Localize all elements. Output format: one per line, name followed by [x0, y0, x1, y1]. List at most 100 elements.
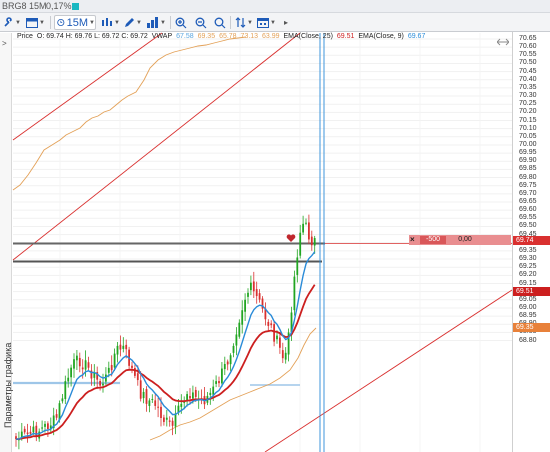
candle-body: [41, 427, 43, 429]
candle-body: [134, 367, 136, 376]
candle-body: [270, 323, 273, 326]
candle-body: [84, 360, 87, 370]
candle-body: [209, 392, 212, 396]
candle-body: [119, 344, 122, 350]
candle-body: [192, 392, 194, 399]
price-axis-tick: 69.25: [519, 263, 537, 271]
channel-line: [264, 289, 513, 452]
candle-body: [250, 282, 252, 291]
price-axis-tick: 69.65: [519, 198, 537, 205]
candle-body: [279, 337, 281, 348]
price-axis-tick: 69.90: [519, 157, 537, 165]
candle-body: [26, 432, 29, 434]
ema9-value: 69.67: [407, 33, 426, 40]
price-axis-tick: 70.05: [519, 132, 537, 140]
price-axis-tick: 69.05: [519, 295, 537, 303]
candle-body: [145, 389, 148, 404]
candle-body: [151, 398, 154, 400]
candle-body: [293, 276, 296, 311]
price-axis-tick: 70.35: [519, 83, 537, 91]
favorite-marker: [286, 234, 296, 242]
candle-body: [29, 431, 32, 434]
candle-body: [165, 417, 168, 420]
candle-body: [44, 423, 46, 427]
price-axis-tick: 69.20: [519, 271, 537, 279]
ohlc-values: O: 69.74 H: 69.76 L: 69.72 C: 69.72: [36, 33, 148, 40]
candle-body: [78, 357, 81, 367]
candle-body: [235, 334, 238, 346]
price-axis-tick: 70.65: [519, 35, 537, 42]
price-axis-tick: 69.50: [519, 222, 537, 230]
candle-body: [241, 310, 244, 325]
candle-body: [212, 386, 215, 395]
candle-body: [305, 222, 307, 224]
price-axis-tick: 70.50: [519, 59, 537, 67]
candle-body: [273, 324, 275, 342]
candle-body: [163, 417, 165, 422]
candle-body: [113, 353, 116, 368]
ema9-label: EMA(Close, 9): [358, 33, 404, 40]
price-axis-tick: 69.30: [519, 255, 537, 263]
price-axis-tick: 69.35: [519, 246, 537, 254]
candle-body: [267, 321, 270, 326]
order-quantity[interactable]: -500: [420, 236, 446, 244]
price-axis-tick: 70.40: [519, 75, 537, 83]
vwap-price-tag: 69.35: [513, 323, 550, 332]
price-axis-tick: 70.60: [519, 43, 537, 51]
price-axis-tick: 70.10: [519, 124, 537, 132]
candle-body: [232, 345, 235, 353]
candle-body: [32, 426, 35, 433]
candle-body: [142, 391, 145, 399]
vwap-value: 65.78: [219, 33, 237, 40]
candle-body: [116, 345, 119, 355]
price-axis-tick: 70.25: [519, 100, 537, 108]
trade-marks: [286, 234, 296, 242]
ema25-label: EMA(Close, 25): [283, 33, 333, 40]
candle-body: [299, 232, 302, 256]
price-axis-tick: 69.75: [519, 181, 537, 189]
cancel-order-icon[interactable]: ×: [410, 236, 415, 244]
price-axis-tick: 70.20: [519, 108, 537, 116]
price-axis-tick: 70.00: [519, 140, 537, 148]
order-value: 0,00: [458, 236, 472, 243]
candle-body: [23, 428, 26, 433]
candle-body: [258, 293, 261, 300]
vwap-upper-band: [12, 36, 247, 191]
candle-body: [81, 367, 84, 370]
candle-body: [229, 355, 232, 365]
candle-body: [194, 389, 197, 397]
candle-body: [252, 281, 255, 292]
candle-body: [107, 367, 110, 373]
price-axis-tick: 69.15: [519, 279, 537, 287]
candle-body: [313, 238, 316, 246]
candle-body: [308, 222, 310, 240]
candle-body: [136, 373, 139, 381]
price-label: Price: [17, 33, 33, 40]
candle-body: [55, 414, 58, 418]
price-axis-tick: 68.80: [519, 336, 537, 344]
candle-body: [168, 420, 171, 422]
price-axis-tick: 69.60: [519, 206, 537, 214]
candle-body: [218, 381, 220, 384]
candle-body: [244, 299, 246, 312]
candle-body: [223, 363, 226, 370]
candle-body: [174, 413, 177, 427]
vwap-value: 69.35: [197, 33, 216, 40]
candle-body: [284, 352, 287, 360]
vwap-value: 73.13: [240, 33, 259, 40]
candle-body: [276, 335, 278, 340]
candle-body: [171, 420, 174, 426]
candle-body: [148, 400, 151, 406]
vwap-value: 67.58: [176, 33, 194, 40]
candle-body: [99, 381, 101, 386]
price-chart[interactable]: [0, 0, 550, 452]
chart-legend: Price O: 69.74 H: 69.76 L: 69.72 C: 69.7…: [17, 33, 427, 40]
candle-body: [87, 362, 90, 368]
candle-body: [102, 383, 104, 386]
candle-body: [296, 257, 299, 275]
price-axis-tick: 70.30: [519, 92, 537, 100]
candle-body: [221, 368, 223, 384]
vwap-label: VWAP: [151, 33, 173, 40]
candle-body: [255, 289, 258, 297]
auto-fit-icon[interactable]: [497, 38, 509, 46]
